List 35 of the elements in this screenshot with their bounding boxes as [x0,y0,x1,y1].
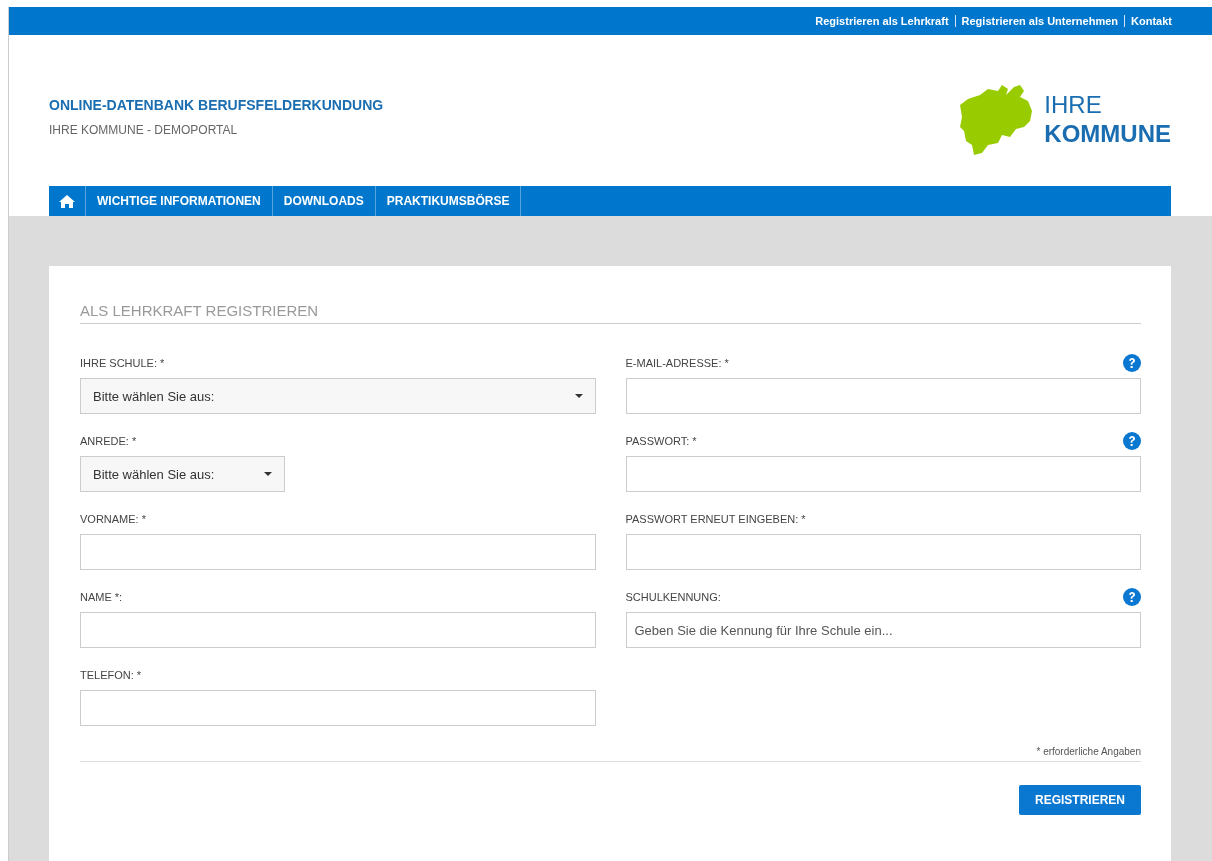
top-link[interactable]: Registrieren als Unternehmen [961,15,1119,27]
input-field[interactable] [80,690,596,726]
help-icon[interactable] [1123,432,1141,450]
field-label: PASSWORT ERNEUT EINGEBEN: * [625,513,806,525]
form-title: ALS LEHRKRAFT REGISTRIEREN [80,302,1141,324]
select-dropdown[interactable]: Bitte wählen Sie aus: [80,378,596,414]
field-label: PASSWORT: * [625,435,697,447]
input-field[interactable] [625,456,1141,492]
logo-text: IHRE [1044,90,1103,119]
input-field[interactable] [625,534,1141,570]
map-icon [958,83,1035,155]
help-icon[interactable] [1123,588,1141,606]
help-icon[interactable] [1123,354,1141,372]
caret-icon [264,472,272,476]
caret-icon [574,394,583,398]
register-button[interactable]: REGISTRIEREN [1019,785,1141,815]
field-label: ANREDE: * [80,435,137,447]
field-label: TELEFON: * [80,669,142,681]
select-dropdown[interactable]: Bitte wählen Sie aus: [80,456,285,492]
input-field[interactable] [625,378,1141,414]
site-subtitle: IHRE KOMMUNE - DEMOPORTAL [49,123,239,137]
field-label: NAME *: [80,591,123,603]
required-note: * erforderliche Angaben [1036,746,1141,757]
logo-text: KOMMUNE [1044,119,1171,148]
field-label: SCHULKENNUNG: [625,591,721,603]
site-title: ONLINE-DATENBANK BERUFSFELDERKUNDUNG [49,97,384,113]
top-link[interactable]: Kontakt [1131,15,1172,27]
input-field[interactable] [80,612,596,648]
field-label: IHRE SCHULE: * [80,357,165,369]
top-link[interactable]: Registrieren als Lehrkraft [815,15,949,27]
input-field[interactable] [80,534,596,570]
field-label: E-MAIL-ADRESSE: * [625,357,729,369]
home-icon [59,194,75,208]
input-field[interactable]: Geben Sie die Kennung für Ihre Schule ein... [625,612,1141,648]
field-label: VORNAME: * [80,513,146,525]
